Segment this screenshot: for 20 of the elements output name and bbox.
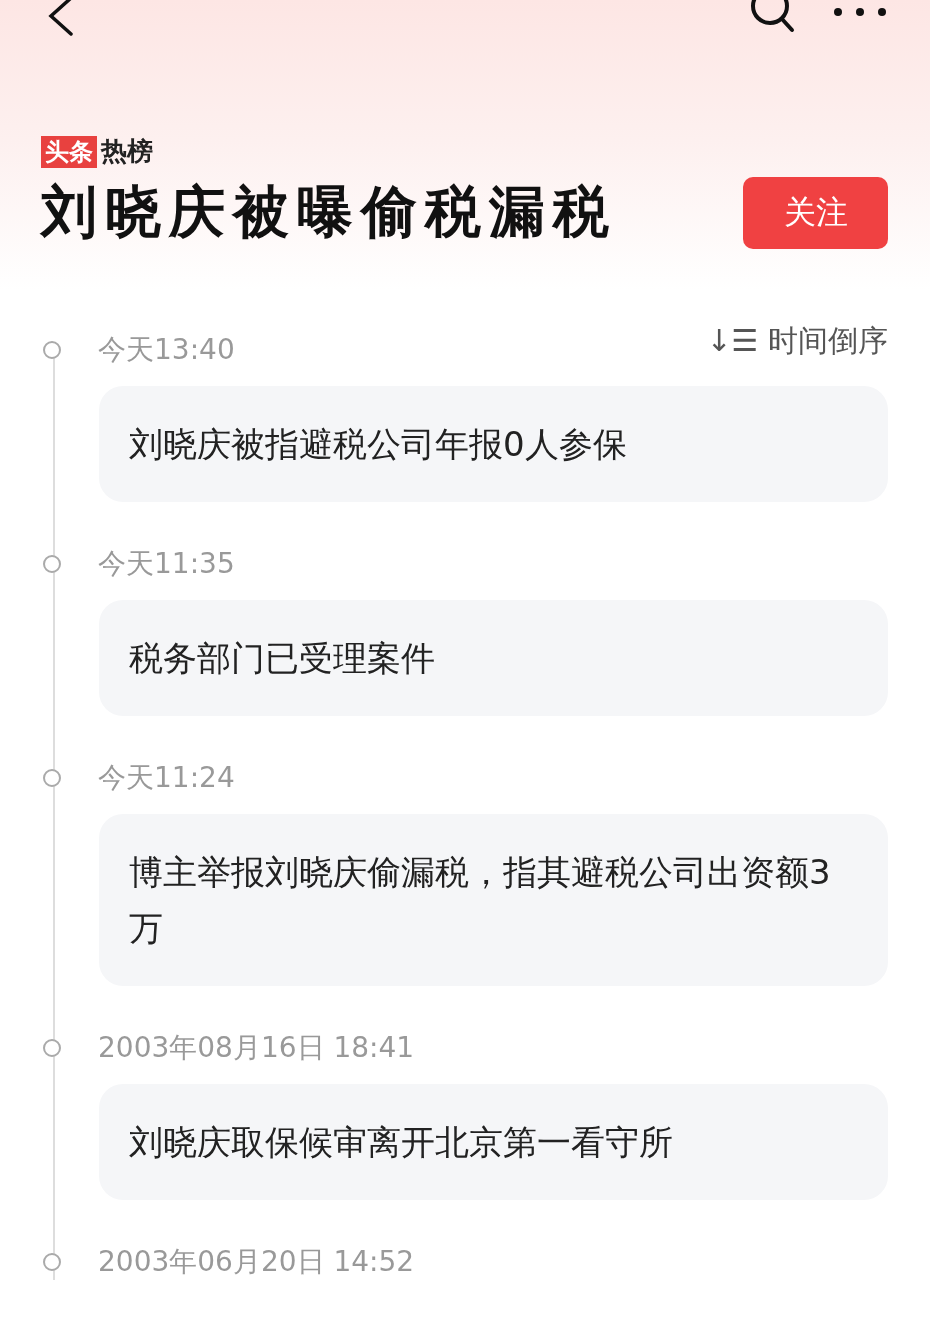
timeline-dot (43, 555, 61, 573)
timeline-dot (43, 769, 61, 787)
timeline-dot (43, 341, 61, 359)
timestamp: 2003年08月16日 18:41 (98, 1030, 415, 1066)
timestamp: 今天13:40 (98, 332, 235, 368)
news-card[interactable]: 刘晓庆取保候审离开北京第一看守所 (99, 1084, 888, 1200)
more-icon[interactable] (832, 6, 888, 18)
news-card[interactable]: 博主举报刘晓庆偷漏税，指其避税公司出资额3万 (99, 814, 888, 986)
timeline-dot (43, 1253, 61, 1271)
timestamp: 2003年06月20日 14:52 (98, 1244, 415, 1280)
timestamp: 今天11:35 (98, 546, 235, 582)
sort-toggle[interactable]: ↓☰ 时间倒序 (706, 321, 888, 362)
follow-button[interactable]: 关注 (743, 177, 888, 249)
news-card[interactable]: 刘晓庆被指避税公司年报0人参保 (99, 386, 888, 502)
topic-title: 刘晓庆被曝偷税漏税 (41, 177, 617, 246)
brand-name: 热榜 (101, 135, 153, 168)
timeline-dot (43, 1039, 61, 1057)
brand-badge: 头条 (41, 135, 97, 168)
timestamp: 今天11:24 (98, 760, 235, 796)
news-card[interactable]: 税务部门已受理案件 (99, 600, 888, 716)
